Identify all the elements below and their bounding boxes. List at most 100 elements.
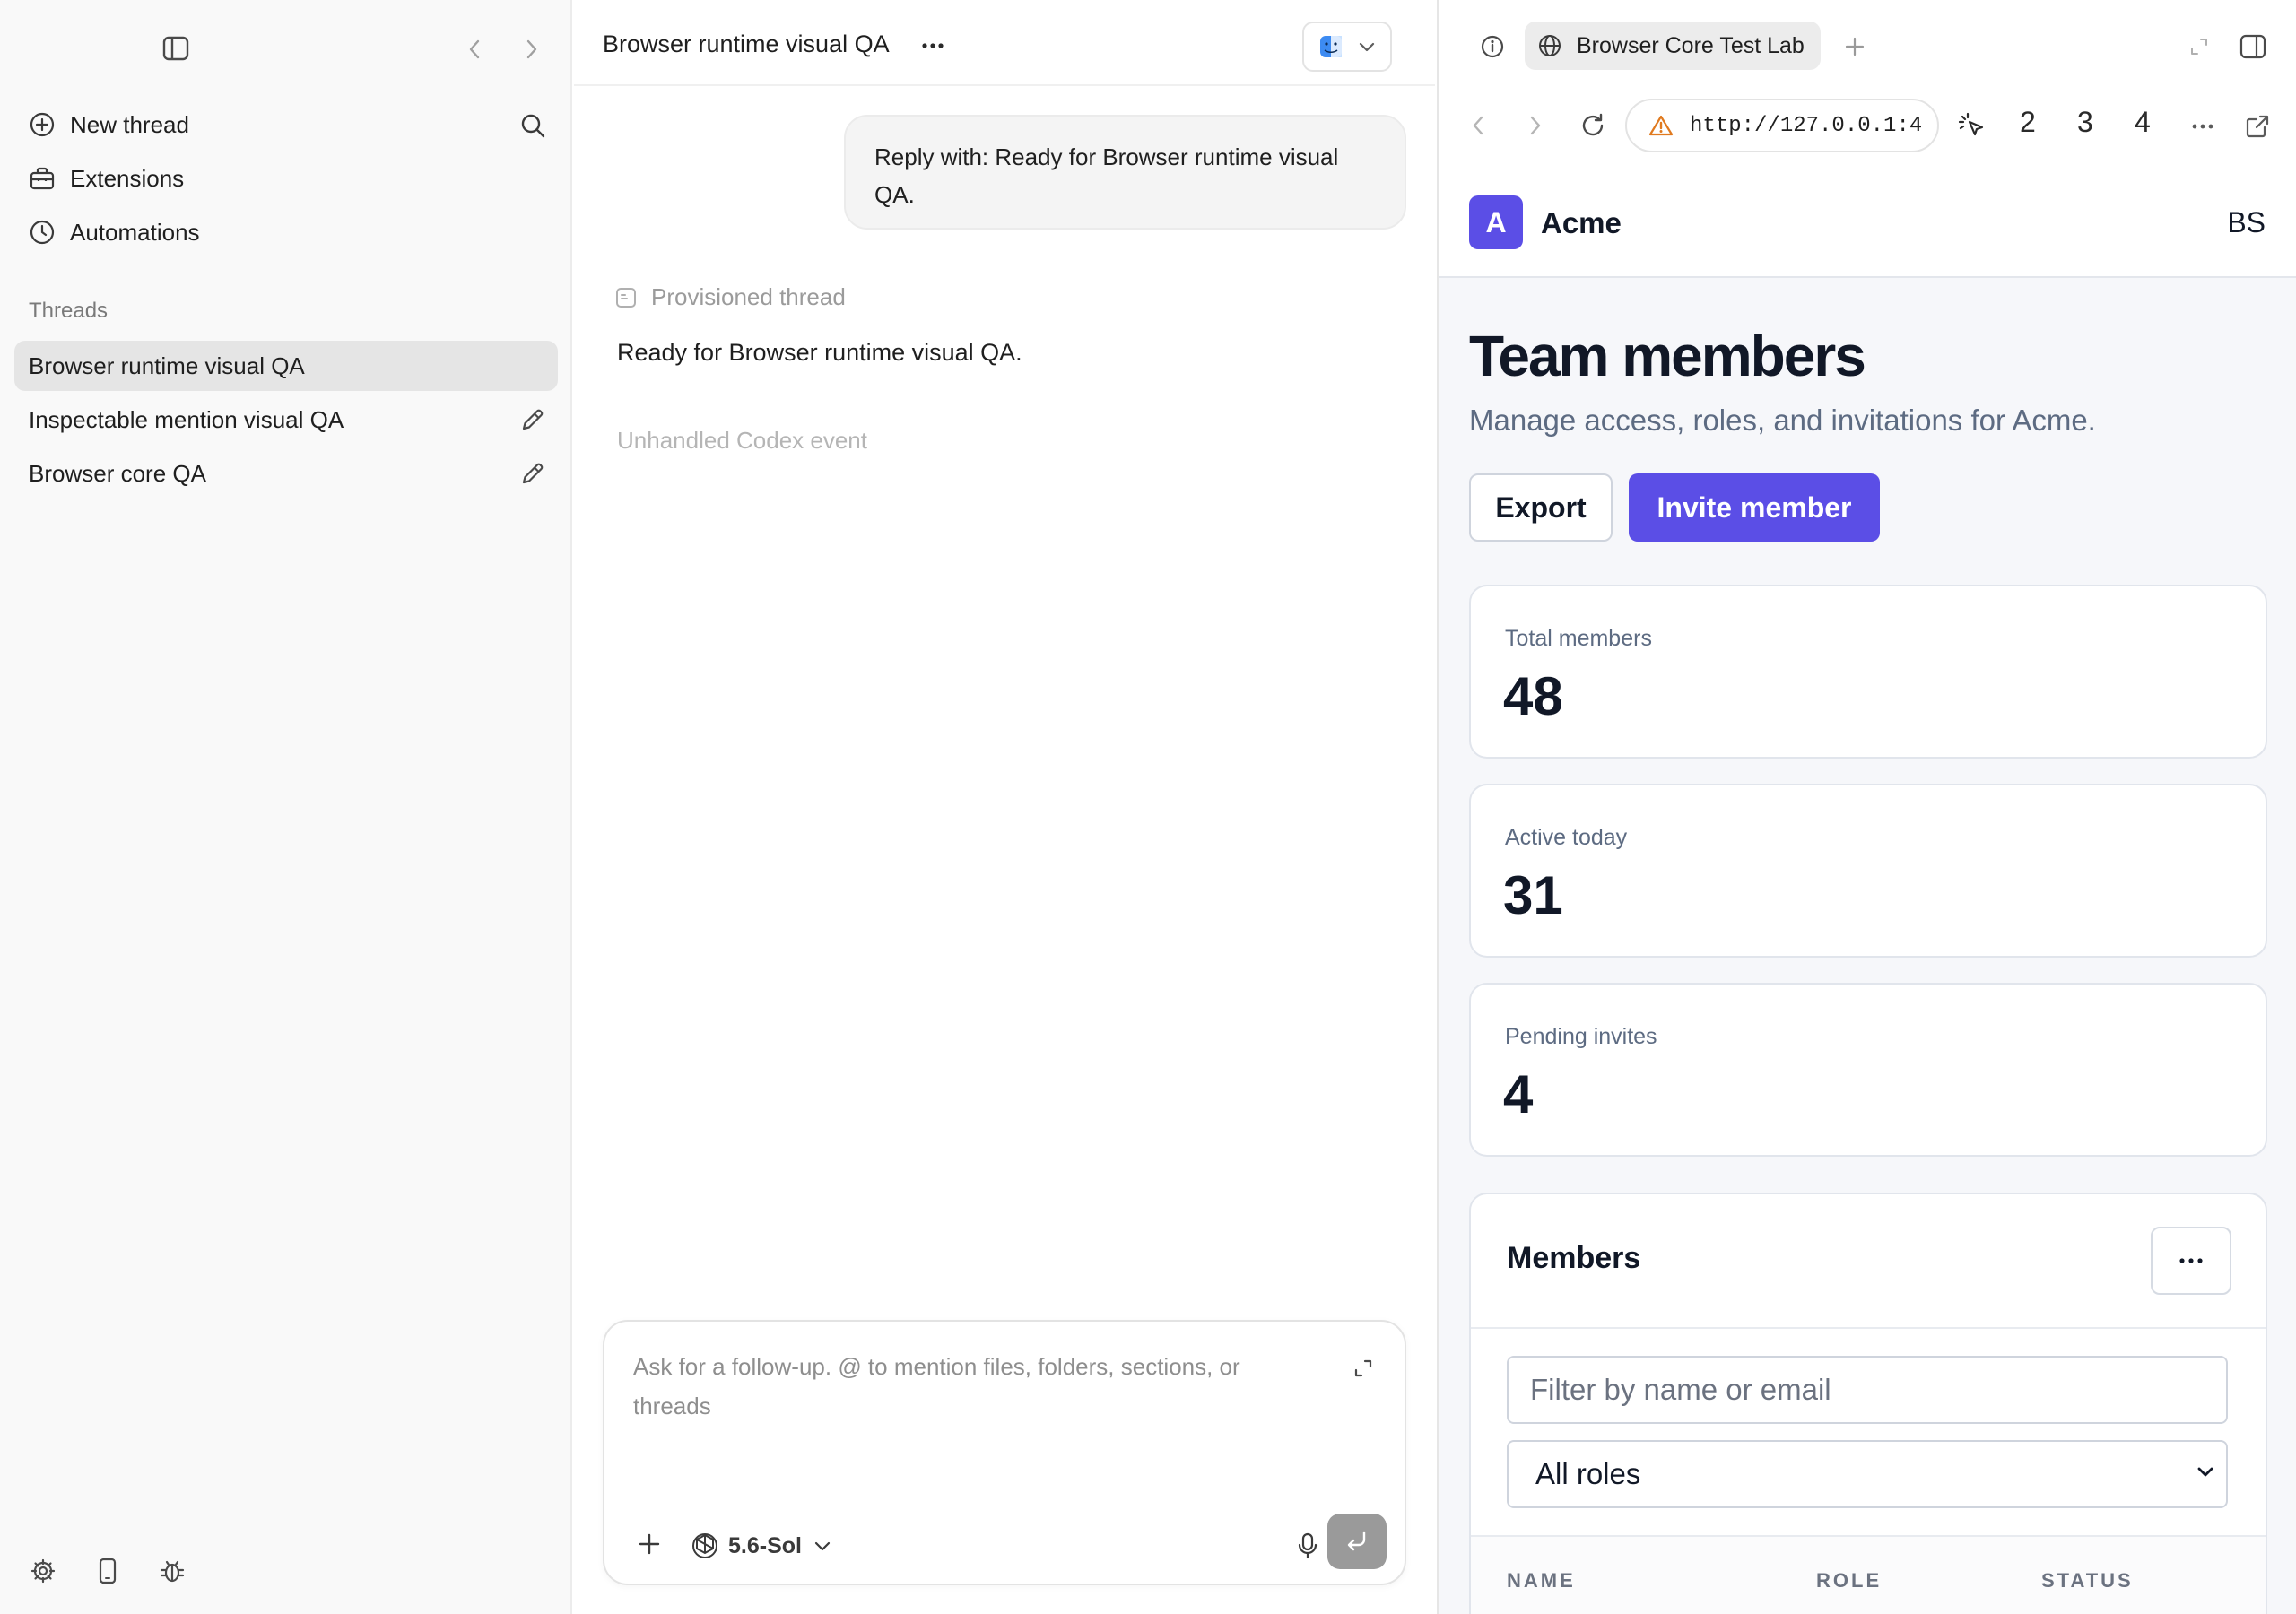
add-attachment-icon[interactable] bbox=[630, 1524, 669, 1564]
browser-panel: Browser Core Test Lab http://127.0.0.1:4… bbox=[1437, 0, 2296, 1614]
phone-icon[interactable] bbox=[90, 1553, 126, 1589]
microphone-icon[interactable] bbox=[1288, 1526, 1327, 1566]
collapse-icon[interactable] bbox=[2183, 30, 2215, 63]
extensions-nav-item[interactable]: Extensions bbox=[14, 154, 552, 203]
composer: 5.6-Sol bbox=[603, 1320, 1406, 1585]
gear-icon[interactable] bbox=[25, 1553, 61, 1589]
threads-section-label: Threads bbox=[29, 299, 109, 323]
page-title: Team members bbox=[1469, 324, 1866, 388]
tab-number-4[interactable]: 4 bbox=[2135, 106, 2151, 139]
finder-icon bbox=[1319, 35, 1343, 58]
toggle-sidebar-icon[interactable] bbox=[158, 30, 194, 66]
reload-icon[interactable] bbox=[1577, 109, 1609, 142]
browser-forward-icon[interactable] bbox=[1519, 109, 1552, 142]
stat-card-pending-invites: Pending invites 4 bbox=[1469, 983, 2267, 1157]
thread-label: Inspectable mention visual QA bbox=[29, 405, 344, 433]
brand-name: Acme bbox=[1541, 206, 1622, 239]
user-message-bubble: Reply with: Ready for Browser runtime vi… bbox=[844, 115, 1406, 230]
clock-icon bbox=[27, 217, 57, 247]
new-thread-button[interactable]: New thread bbox=[14, 100, 552, 149]
model-picker[interactable]: 5.6-Sol bbox=[691, 1526, 831, 1566]
stat-value: 48 bbox=[1503, 666, 1563, 726]
pencil-icon[interactable] bbox=[517, 457, 549, 490]
role-select[interactable]: All roles bbox=[1507, 1440, 2228, 1508]
page-subtitle: Manage access, roles, and invitations fo… bbox=[1469, 404, 2096, 437]
stat-card-active-today: Active today 31 bbox=[1469, 784, 2267, 958]
toolbox-icon bbox=[27, 163, 57, 194]
forward-arrow-icon[interactable] bbox=[515, 32, 549, 66]
web-page-viewport: A Acme BS Team members Manage access, ro… bbox=[1439, 165, 2296, 1614]
automations-label: Automations bbox=[70, 218, 200, 246]
globe-icon bbox=[1537, 33, 1562, 58]
stat-label: Total members bbox=[1505, 626, 1652, 651]
user-avatar[interactable]: BS bbox=[2227, 206, 2266, 239]
app-picker-dropdown[interactable] bbox=[1302, 22, 1392, 72]
unhandled-event-notice: Unhandled Codex event bbox=[617, 427, 867, 454]
send-button[interactable] bbox=[1327, 1514, 1387, 1569]
plus-circle-icon bbox=[27, 109, 57, 140]
bug-icon[interactable] bbox=[154, 1553, 190, 1589]
thread-status-icon bbox=[615, 287, 637, 308]
sidebar: New thread Extensions Automations Thread… bbox=[0, 0, 572, 1614]
thread-item-inspectable-mention-visual-qa[interactable]: Inspectable mention visual QA bbox=[14, 395, 558, 445]
open-external-icon[interactable] bbox=[2240, 109, 2274, 143]
chevron-down-icon bbox=[814, 1540, 831, 1551]
column-header-name[interactable]: NAME bbox=[1507, 1569, 1576, 1592]
expand-icon[interactable] bbox=[1345, 1350, 1381, 1386]
new-tab-icon[interactable] bbox=[1837, 29, 1873, 65]
site-header: A Acme BS bbox=[1439, 165, 2296, 278]
thread-label: Browser runtime visual QA bbox=[29, 351, 305, 379]
url-text: http://127.0.0.1:4 bbox=[1690, 113, 1921, 138]
model-label: 5.6-Sol bbox=[728, 1532, 802, 1558]
chat-header: Browser runtime visual QA bbox=[574, 0, 1435, 86]
invite-member-button[interactable]: Invite member bbox=[1629, 473, 1880, 542]
cursor-select-icon[interactable] bbox=[1953, 108, 1991, 145]
assistant-status-text: Provisioned thread bbox=[651, 283, 846, 310]
openai-logo-icon bbox=[691, 1532, 719, 1560]
search-icon[interactable] bbox=[513, 106, 552, 145]
follow-up-input[interactable] bbox=[633, 1347, 1315, 1436]
info-icon[interactable] bbox=[1476, 30, 1509, 63]
more-horizontal-icon bbox=[2179, 1258, 2203, 1263]
stat-label: Pending invites bbox=[1505, 1024, 1657, 1049]
send-arrow-icon bbox=[1344, 1530, 1370, 1553]
chat-panel: Browser runtime visual QA Reply with: Re… bbox=[574, 0, 1435, 1614]
automations-nav-item[interactable]: Automations bbox=[14, 208, 552, 256]
tab-number-3[interactable]: 3 bbox=[2077, 106, 2093, 139]
thread-item-browser-runtime-visual-qa[interactable]: Browser runtime visual QA bbox=[14, 341, 558, 391]
address-bar[interactable]: http://127.0.0.1:4 bbox=[1625, 99, 1939, 152]
browser-tab-title: Browser Core Test Lab bbox=[1577, 32, 1805, 58]
thread-label: Browser core QA bbox=[29, 459, 206, 487]
browser-back-icon[interactable] bbox=[1462, 109, 1494, 142]
chevron-down-icon bbox=[1359, 41, 1375, 52]
browser-tab[interactable]: Browser Core Test Lab bbox=[1525, 22, 1821, 70]
chat-title: Browser runtime visual QA bbox=[603, 30, 890, 57]
export-button[interactable]: Export bbox=[1469, 473, 1613, 542]
assistant-status: Provisioned thread bbox=[615, 283, 846, 311]
acme-logo: A bbox=[1469, 195, 1523, 249]
stat-card-total-members: Total members 48 bbox=[1469, 585, 2267, 759]
column-header-role[interactable]: ROLE bbox=[1816, 1569, 1882, 1592]
stat-value: 4 bbox=[1503, 1064, 1534, 1124]
assistant-message: Ready for Browser runtime visual QA. bbox=[617, 339, 1022, 366]
members-more-button[interactable] bbox=[2151, 1227, 2231, 1295]
role-select-value: All roles bbox=[1535, 1457, 1641, 1490]
column-header-status[interactable]: STATUS bbox=[2041, 1569, 2134, 1592]
members-title: Members bbox=[1507, 1241, 1641, 1275]
extensions-label: Extensions bbox=[70, 164, 185, 192]
chevron-down-icon bbox=[2197, 1467, 2213, 1478]
more-options-icon[interactable] bbox=[915, 30, 951, 61]
pencil-icon[interactable] bbox=[517, 404, 549, 436]
new-thread-label: New thread bbox=[70, 110, 189, 138]
tab-number-2[interactable]: 2 bbox=[2020, 106, 2036, 139]
stat-label: Active today bbox=[1505, 825, 1628, 850]
back-arrow-icon[interactable] bbox=[457, 32, 491, 66]
members-table-header: NAME ROLE STATUS bbox=[1471, 1537, 2266, 1614]
divider bbox=[1471, 1327, 2266, 1329]
stat-value: 31 bbox=[1503, 865, 1563, 925]
filter-input[interactable] bbox=[1507, 1356, 2228, 1424]
split-view-icon[interactable] bbox=[2235, 29, 2271, 65]
browser-more-icon[interactable] bbox=[2185, 111, 2221, 142]
warning-icon bbox=[1648, 114, 1674, 137]
thread-item-browser-core-qa[interactable]: Browser core QA bbox=[14, 448, 558, 499]
